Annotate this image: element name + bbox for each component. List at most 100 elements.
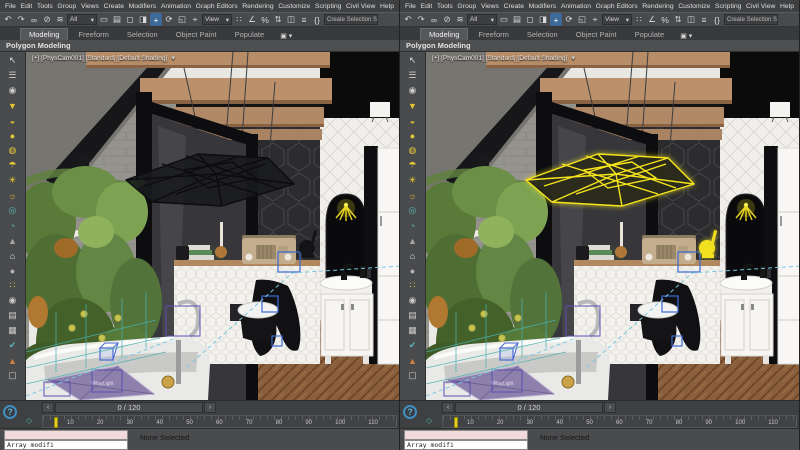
menu-item[interactable]: Edit bbox=[21, 3, 33, 10]
menu-item[interactable]: Animation bbox=[561, 3, 591, 10]
menu-item[interactable]: Edit bbox=[421, 3, 433, 10]
vray-dome-light-icon[interactable]: ◒ bbox=[403, 113, 421, 128]
check-icon[interactable]: ✔ bbox=[3, 338, 21, 353]
tab-modeling[interactable]: Modeling bbox=[420, 28, 468, 40]
filter-funnel-icon[interactable]: ▼ bbox=[570, 56, 576, 62]
maxscript-mini-listener[interactable] bbox=[4, 430, 128, 440]
next-frame-button[interactable]: › bbox=[604, 402, 616, 413]
key-filter-icon[interactable]: ◇ bbox=[26, 416, 32, 425]
rectangular-selection-region-icon[interactable]: ◻ bbox=[524, 13, 536, 26]
select-and-move-icon[interactable]: + bbox=[150, 13, 162, 26]
bind-to-space-warp-icon[interactable]: ≋ bbox=[54, 13, 66, 26]
select-and-move-icon[interactable]: + bbox=[550, 13, 562, 26]
physical-camera-icon[interactable]: ◉ bbox=[403, 293, 421, 308]
spinner-snap-icon[interactable]: ⇅ bbox=[672, 13, 684, 26]
mirror-icon[interactable]: ◫ bbox=[285, 13, 297, 26]
menu-item[interactable]: Group bbox=[57, 3, 76, 10]
tab-populate[interactable]: Populate bbox=[227, 29, 273, 40]
color-swatches-icon[interactable]: ∷ bbox=[3, 278, 21, 293]
ribbon-config-icon[interactable]: ▣ ▾ bbox=[680, 32, 692, 40]
selection-filter-dropdown[interactable]: All▾ bbox=[467, 14, 497, 25]
time-slider[interactable] bbox=[54, 417, 58, 428]
track-bar[interactable]: 102030405060708090100110 bbox=[442, 415, 797, 428]
next-frame-button[interactable]: › bbox=[204, 402, 216, 413]
help-icon[interactable]: ? bbox=[3, 405, 17, 419]
color-swatches-icon[interactable]: ∷ bbox=[403, 278, 421, 293]
vray-sphere-light-icon[interactable]: ● bbox=[403, 128, 421, 143]
viewport-scene[interactable] bbox=[26, 52, 400, 400]
viewport[interactable]: [+] [PhysCam001] [Standard] [Default Sha… bbox=[26, 52, 399, 400]
tab-object-paint[interactable]: Object Paint bbox=[168, 29, 225, 40]
menu-item[interactable]: Create bbox=[504, 3, 524, 10]
monitor-icon[interactable]: ▢ bbox=[403, 368, 421, 383]
select-object-icon[interactable]: ▭ bbox=[98, 13, 110, 26]
reference-coordinate-dropdown[interactable]: View▾ bbox=[202, 14, 232, 25]
window-crossing-icon[interactable]: ◨ bbox=[537, 13, 549, 26]
spinner-snap-icon[interactable]: ⇅ bbox=[272, 13, 284, 26]
tab-populate[interactable]: Populate bbox=[627, 29, 673, 40]
layers-icon[interactable]: ▤ bbox=[3, 308, 21, 323]
maxscript-mini-listener[interactable] bbox=[404, 430, 528, 440]
toolbar-menu-icon[interactable]: ☰ bbox=[403, 68, 421, 83]
tab-modeling[interactable]: Modeling bbox=[20, 28, 68, 40]
menu-item[interactable]: Create bbox=[104, 3, 124, 10]
viewport[interactable]: [+] [PhysCam001] [Standard] [Default Sha… bbox=[426, 52, 799, 400]
vray-sun-icon[interactable]: ☀ bbox=[403, 173, 421, 188]
menu-item[interactable]: Customize bbox=[278, 3, 310, 10]
tab-object-paint[interactable]: Object Paint bbox=[568, 29, 625, 40]
unlink-selection-icon[interactable]: ⊘ bbox=[41, 13, 53, 26]
menu-item[interactable]: Modifiers bbox=[529, 3, 557, 10]
create-selection-set-field[interactable]: Create Selection Se bbox=[724, 14, 778, 25]
ribbon-config-icon[interactable]: ▣ ▾ bbox=[280, 32, 292, 40]
vray-sun-icon[interactable]: ☀ bbox=[3, 173, 21, 188]
polygon-modeling-panel[interactable]: Polygon Modeling bbox=[0, 40, 399, 52]
select-by-name-icon[interactable]: ▤ bbox=[111, 13, 123, 26]
redo-icon[interactable]: ↷ bbox=[15, 13, 27, 26]
previous-frame-button[interactable]: ‹ bbox=[42, 402, 54, 413]
menu-item[interactable]: Views bbox=[81, 3, 99, 10]
viewport-scene[interactable] bbox=[426, 52, 800, 400]
maxscript-icon[interactable]: {} bbox=[711, 13, 723, 26]
select-and-scale-icon[interactable]: ◱ bbox=[576, 13, 588, 26]
frame-counter[interactable]: 0 / 120 bbox=[455, 402, 603, 413]
viewport-label[interactable]: [+] [PhysCam001] [Standard] [Default Sha… bbox=[432, 55, 576, 62]
physical-camera-icon[interactable]: ◉ bbox=[3, 293, 21, 308]
check-icon[interactable]: ✔ bbox=[403, 338, 421, 353]
menu-item[interactable]: Views bbox=[481, 3, 499, 10]
vray-dome-light-icon[interactable]: ◒ bbox=[3, 113, 21, 128]
menu-item[interactable]: Scripting bbox=[315, 3, 341, 10]
tab-selection[interactable]: Selection bbox=[119, 29, 166, 40]
vray-camera-icon[interactable]: ◉ bbox=[3, 83, 21, 98]
tab-selection[interactable]: Selection bbox=[519, 29, 566, 40]
time-slider[interactable] bbox=[454, 417, 458, 428]
menu-item[interactable]: Tools bbox=[437, 3, 453, 10]
undo-icon[interactable]: ↶ bbox=[2, 13, 14, 26]
menu-item[interactable]: Civil View bbox=[746, 3, 775, 10]
menu-item[interactable]: Tools bbox=[37, 3, 53, 10]
undo-icon[interactable]: ↶ bbox=[402, 13, 414, 26]
select-and-scale-icon[interactable]: ◱ bbox=[176, 13, 188, 26]
percent-snap-icon[interactable]: % bbox=[259, 13, 271, 26]
vray-mesh-light-icon[interactable]: ◍ bbox=[3, 143, 21, 158]
vray-mesh-light-icon[interactable]: ◍ bbox=[403, 143, 421, 158]
menu-item[interactable]: Customize bbox=[678, 3, 710, 10]
menu-item[interactable]: Civil View bbox=[346, 3, 375, 10]
rocket-icon[interactable]: ▲ bbox=[3, 353, 21, 368]
vray-sphere-light-icon[interactable]: ● bbox=[3, 128, 21, 143]
menu-item[interactable]: Rendering bbox=[242, 3, 273, 10]
vray-shadow-icon[interactable]: ◔ bbox=[403, 218, 421, 233]
render-elements-icon[interactable]: ▦ bbox=[3, 323, 21, 338]
filter-funnel-icon[interactable]: ▼ bbox=[170, 56, 176, 62]
rocket-icon[interactable]: ▲ bbox=[403, 353, 421, 368]
angle-snap-icon[interactable]: ∠ bbox=[246, 13, 258, 26]
menu-item[interactable]: Help bbox=[380, 3, 394, 10]
menu-item[interactable]: File bbox=[5, 3, 16, 10]
gray-sphere-icon[interactable]: ● bbox=[3, 263, 21, 278]
menu-item[interactable]: Modifiers bbox=[129, 3, 157, 10]
menu-item[interactable]: Help bbox=[780, 3, 794, 10]
reference-coordinate-dropdown[interactable]: View▾ bbox=[602, 14, 632, 25]
align-icon[interactable]: ≡ bbox=[298, 13, 310, 26]
vray-proxy-icon[interactable]: ⌂ bbox=[403, 248, 421, 263]
window-crossing-icon[interactable]: ◨ bbox=[137, 13, 149, 26]
vray-ies-light-icon[interactable]: ☂ bbox=[3, 158, 21, 173]
